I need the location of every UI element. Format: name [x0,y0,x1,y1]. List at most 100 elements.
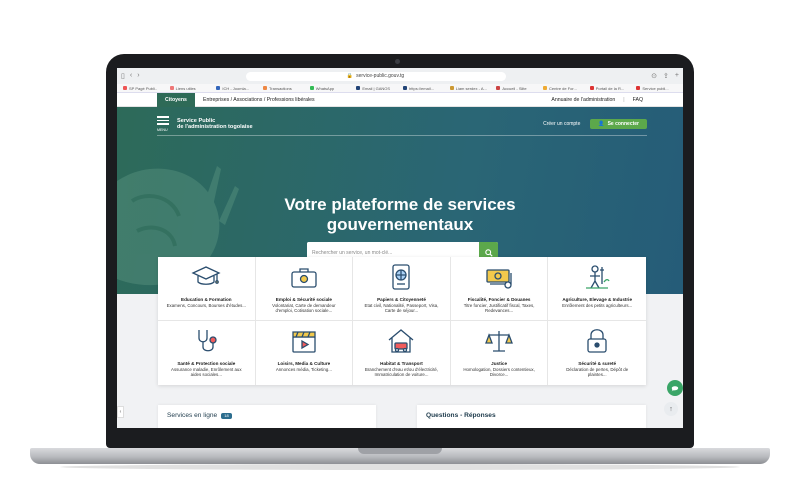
passport-icon [392,264,411,290]
bookmark-item[interactable]: Liens utiles [169,86,211,91]
category-title: Agriculture, Elevage & Industrie [562,297,633,302]
laptop-shadow [60,464,740,470]
category-card-fiscalite[interactable]: Fiscalité, Foncier & Douanes Titre fonci… [450,257,549,321]
services-count-badge: 18 [221,412,232,419]
back-icon[interactable]: ‹ [130,72,132,80]
faq-link[interactable]: FAQ [633,97,643,103]
laptop-screen: ▯ ‹ › 🔒 service-public.gouv.tg ⊙ ⇪ + SP … [117,68,683,428]
sidebar-toggle-icon[interactable]: ▯ [121,72,125,80]
brand-line-2: de l'administration togolaise [177,124,253,130]
tab-citoyens[interactable]: Citoyens [157,92,195,107]
side-tab[interactable]: ‹ [117,406,124,418]
create-account-link[interactable]: Créer un compte [543,121,580,127]
bookmark-item[interactable]: SP Pagé Publi.. [123,86,164,91]
money-icon [486,269,512,289]
graduation-cap-icon [191,266,221,285]
bookmark-item[interactable]: Accueil - Slite [496,86,537,91]
bookmark-item[interactable]: ICH - Joomla... [216,86,257,91]
services-title: Services en ligne [167,412,218,419]
category-card-securite[interactable]: Sécurité & sureté Déclaration de pertes,… [548,321,646,385]
briefcase-icon [291,268,317,288]
category-desc: Examens, Concours, Bourses d'études... [166,303,246,308]
browser-toolbar: ▯ ‹ › 🔒 service-public.gouv.tg ⊙ ⇪ + [117,68,683,84]
category-title: Emploi & Sécurité sociale [275,297,332,302]
address-bar[interactable]: 🔒 service-public.gouv.tg [245,71,506,81]
house-icon [389,329,414,353]
laptop-mockup: ▯ ‹ › 🔒 service-public.gouv.tg ⊙ ⇪ + SP … [0,0,800,480]
login-label: Se connecter [607,121,639,127]
category-grid: Education & Formation Examens, Concours,… [158,257,646,385]
address-text: service-public.gouv.tg [356,73,405,79]
chat-button[interactable] [667,380,683,396]
stethoscope-icon [198,330,217,352]
category-title: Sécurité & sureté [578,361,617,366]
bookmark-item[interactable]: Transactions [263,86,304,91]
bookmark-item[interactable]: https://email... [403,86,444,91]
clapperboard-icon [292,331,316,353]
category-desc: Volontariat, Carte de demandeur d'emploi… [272,303,336,314]
category-title: Habitat & Transport [380,361,423,366]
category-card-papiers[interactable]: Papiers & Citoyenneté Etat civil, Nation… [353,257,451,321]
category-desc: Annonces média, Ticketing... [275,367,332,372]
category-card-loisirs[interactable]: Loisirs, Media & Culture Annonces média,… [256,321,354,385]
farmer-icon [586,265,610,289]
tab-entreprises[interactable]: Entreprises / Associations / Professions… [203,97,315,103]
category-card-justice[interactable]: Justice Homologation, Dossiers contentie… [451,321,549,385]
category-desc: Déclaration de pertes, Dépôt de plaintes… [566,367,629,378]
chevron-left-icon: ‹ [119,409,122,415]
laptop-notch [358,448,442,454]
lower-section: Services en ligne 18 Questions - Réponse… [117,385,683,428]
questions-panel: Questions - Réponses [417,405,646,428]
services-panel: Services en ligne 18 [158,405,376,428]
bookmark-item[interactable]: Liam serdex - A... [449,86,491,91]
category-card-emploi[interactable]: Emploi & Sécurité sociale Volontariat, C… [255,257,354,321]
category-desc: Titre foncier, Justificatif fiscal, Taxe… [463,303,535,314]
bookmark-item[interactable]: Email | GANOS [356,86,397,91]
bookmark-item[interactable]: Service publi... [636,86,677,91]
site-header: MENU Service Public de l'administration … [157,116,647,132]
hero-title-line-2: gouvernementaux [326,215,474,234]
new-tab-icon[interactable]: + [675,72,679,80]
category-card-habitat[interactable]: Habitat & Transport Branchement d'eau et… [353,321,451,385]
hero-title: Votre plateforme de services gouvernemen… [117,195,683,235]
category-desc: Etat civil, Nationalité, Passeport, Visa… [364,303,439,314]
user-icon: 👤 [598,121,605,127]
category-desc: Assurance maladie, Enrôlement aux aides … [171,367,242,378]
padlock-icon [587,329,607,353]
category-title: Justice [491,361,508,366]
category-desc: Branchement d'eau et/ou d'électricité, I… [364,367,439,378]
bookmark-item[interactable]: WhatsApp [309,86,351,91]
site-top-nav: Citoyens Entreprises / Associations / Pr… [117,92,683,107]
menu-button[interactable]: MENU [157,116,171,132]
header-divider [157,135,647,136]
bookmark-item[interactable]: Centre de For... [543,86,584,91]
scroll-to-top-button[interactable]: ↑ [664,402,678,416]
category-desc: Enrôlement des petits agriculteurs... [562,303,633,308]
search-icon [484,248,493,257]
login-button[interactable]: 👤 Se connecter [590,119,647,129]
menu-label: MENU [157,127,168,132]
hero-title-line-1: Votre plateforme de services [284,195,516,214]
category-card-education[interactable]: Education & Formation Examens, Concours,… [158,257,256,321]
share-icon[interactable]: ⇪ [663,72,669,80]
bookmarks-bar: SP Pagé Publi.. Liens utiles ICH - Jooml… [117,84,683,93]
bookmark-item[interactable]: Portail de la R... [589,86,631,91]
chat-bubble-icon [671,386,679,392]
forward-icon[interactable]: › [137,72,139,80]
category-title: Education & Formation [181,297,232,302]
category-title: Loisirs, Media & Culture [277,361,331,366]
category-title: Papiers & Citoyenneté [377,297,426,302]
lock-icon: 🔒 [346,73,354,79]
category-card-agriculture[interactable]: Agriculture, Elevage & Industrie Enrôlem… [548,257,646,321]
annuaire-link[interactable]: Annuaire de l'administration [551,97,615,103]
category-title: Santé & Protection sociale [177,361,236,366]
download-icon[interactable]: ⊙ [651,72,657,80]
site-logo[interactable]: Service Public de l'administration togol… [177,118,253,130]
category-card-sante[interactable]: Santé & Protection sociale Assurance mal… [158,321,256,385]
webcam [395,59,400,64]
questions-title: Questions - Réponses [426,412,496,419]
arrow-up-icon: ↑ [669,405,673,413]
nav-separator: | [623,96,625,103]
scales-icon [485,331,514,352]
category-desc: Homologation, Dossiers contentieux, Divo… [463,367,535,378]
